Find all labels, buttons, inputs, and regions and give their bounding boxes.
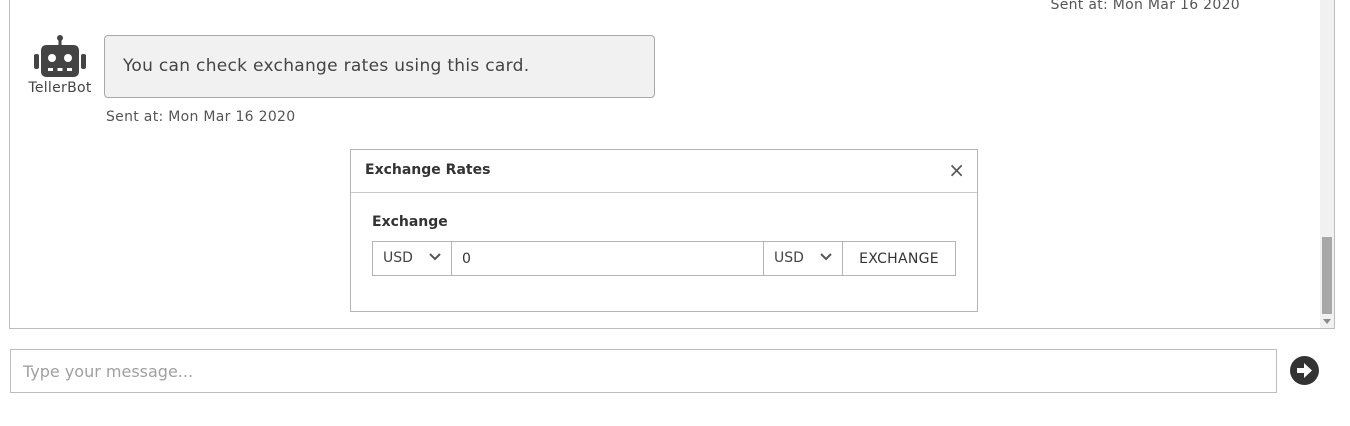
message-timestamp: Sent at: Mon Mar 16 2020 <box>1050 0 1240 13</box>
bot-name: TellerBot <box>28 80 92 96</box>
card-title: Exchange Rates <box>365 162 491 178</box>
scroll-down-arrow-icon[interactable] <box>1323 319 1331 324</box>
from-currency-value: USD <box>383 250 413 266</box>
exchange-input-group: USD USD EXCHANGE <box>372 241 956 276</box>
scrollbar-thumb[interactable] <box>1322 237 1332 314</box>
chat-scrollbar[interactable] <box>1320 0 1334 328</box>
bot-message-text: You can check exchange rates using this … <box>123 56 530 76</box>
to-currency-select[interactable]: USD <box>764 242 843 275</box>
bot-message-timestamp: Sent at: Mon Mar 16 2020 <box>106 109 296 125</box>
from-currency-select[interactable]: USD <box>373 242 452 275</box>
chat-window[interactable]: Sent at: Mon Mar 16 2020 TellerBot You c… <box>9 0 1335 329</box>
send-button[interactable] <box>1290 356 1319 385</box>
arrow-right-circle-icon <box>1297 363 1312 378</box>
exchange-rates-card: Exchange Rates × Exchange USD USD EXCHAN… <box>350 149 978 312</box>
bot-avatar: TellerBot <box>27 35 93 96</box>
bot-message-bubble: You can check exchange rates using this … <box>104 35 655 98</box>
close-icon[interactable]: × <box>948 159 965 181</box>
amount-input[interactable] <box>452 242 764 275</box>
chevron-down-icon <box>820 253 832 261</box>
exchange-button[interactable]: EXCHANGE <box>843 242 955 275</box>
chevron-down-icon <box>429 253 441 261</box>
to-currency-value: USD <box>774 250 804 266</box>
exchange-field-label: Exchange <box>372 214 448 230</box>
message-input[interactable] <box>10 349 1277 393</box>
robot-icon <box>34 35 86 77</box>
card-header: Exchange Rates × <box>351 150 977 193</box>
